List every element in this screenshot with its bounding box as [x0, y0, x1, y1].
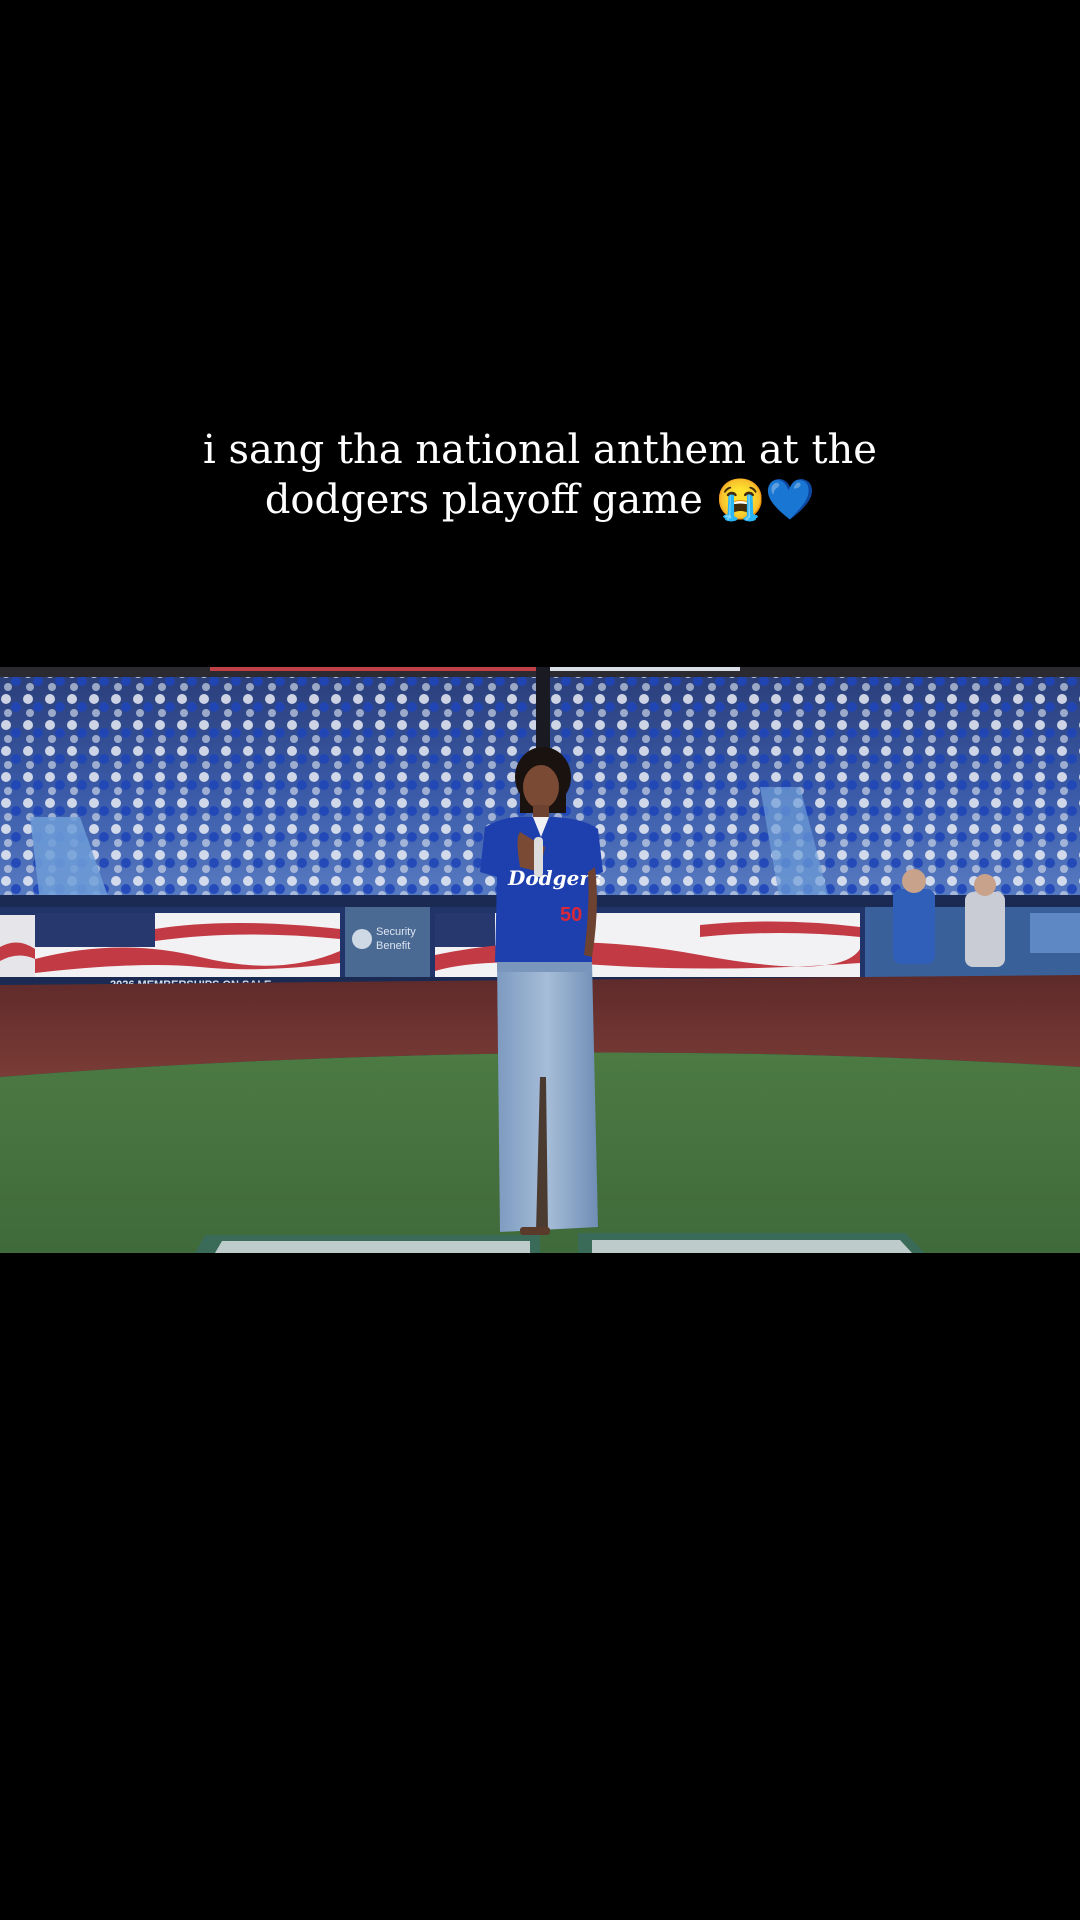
jersey-number: 50 — [560, 904, 582, 926]
jersey-text: Dodgers — [507, 866, 601, 890]
svg-text:Benefit: Benefit — [376, 940, 410, 952]
svg-text:Security: Security — [376, 926, 416, 938]
flag-banner-left — [35, 913, 340, 977]
sponsor-panel: Security Benefit — [345, 907, 430, 979]
stadium-scene-image: Security Benefit 2026 MEMBERSHIPS ON SAL… — [0, 667, 1080, 1253]
video-frame[interactable]: Security Benefit 2026 MEMBERSHIPS ON SAL… — [0, 667, 1080, 1253]
caption-line-2: dodgers playoff game 😭💙 — [264, 477, 816, 523]
microphone-icon — [534, 837, 543, 877]
post-caption: i sang tha national anthem at the dodger… — [0, 425, 1080, 525]
caption-line-1: i sang tha national anthem at the — [203, 427, 877, 473]
